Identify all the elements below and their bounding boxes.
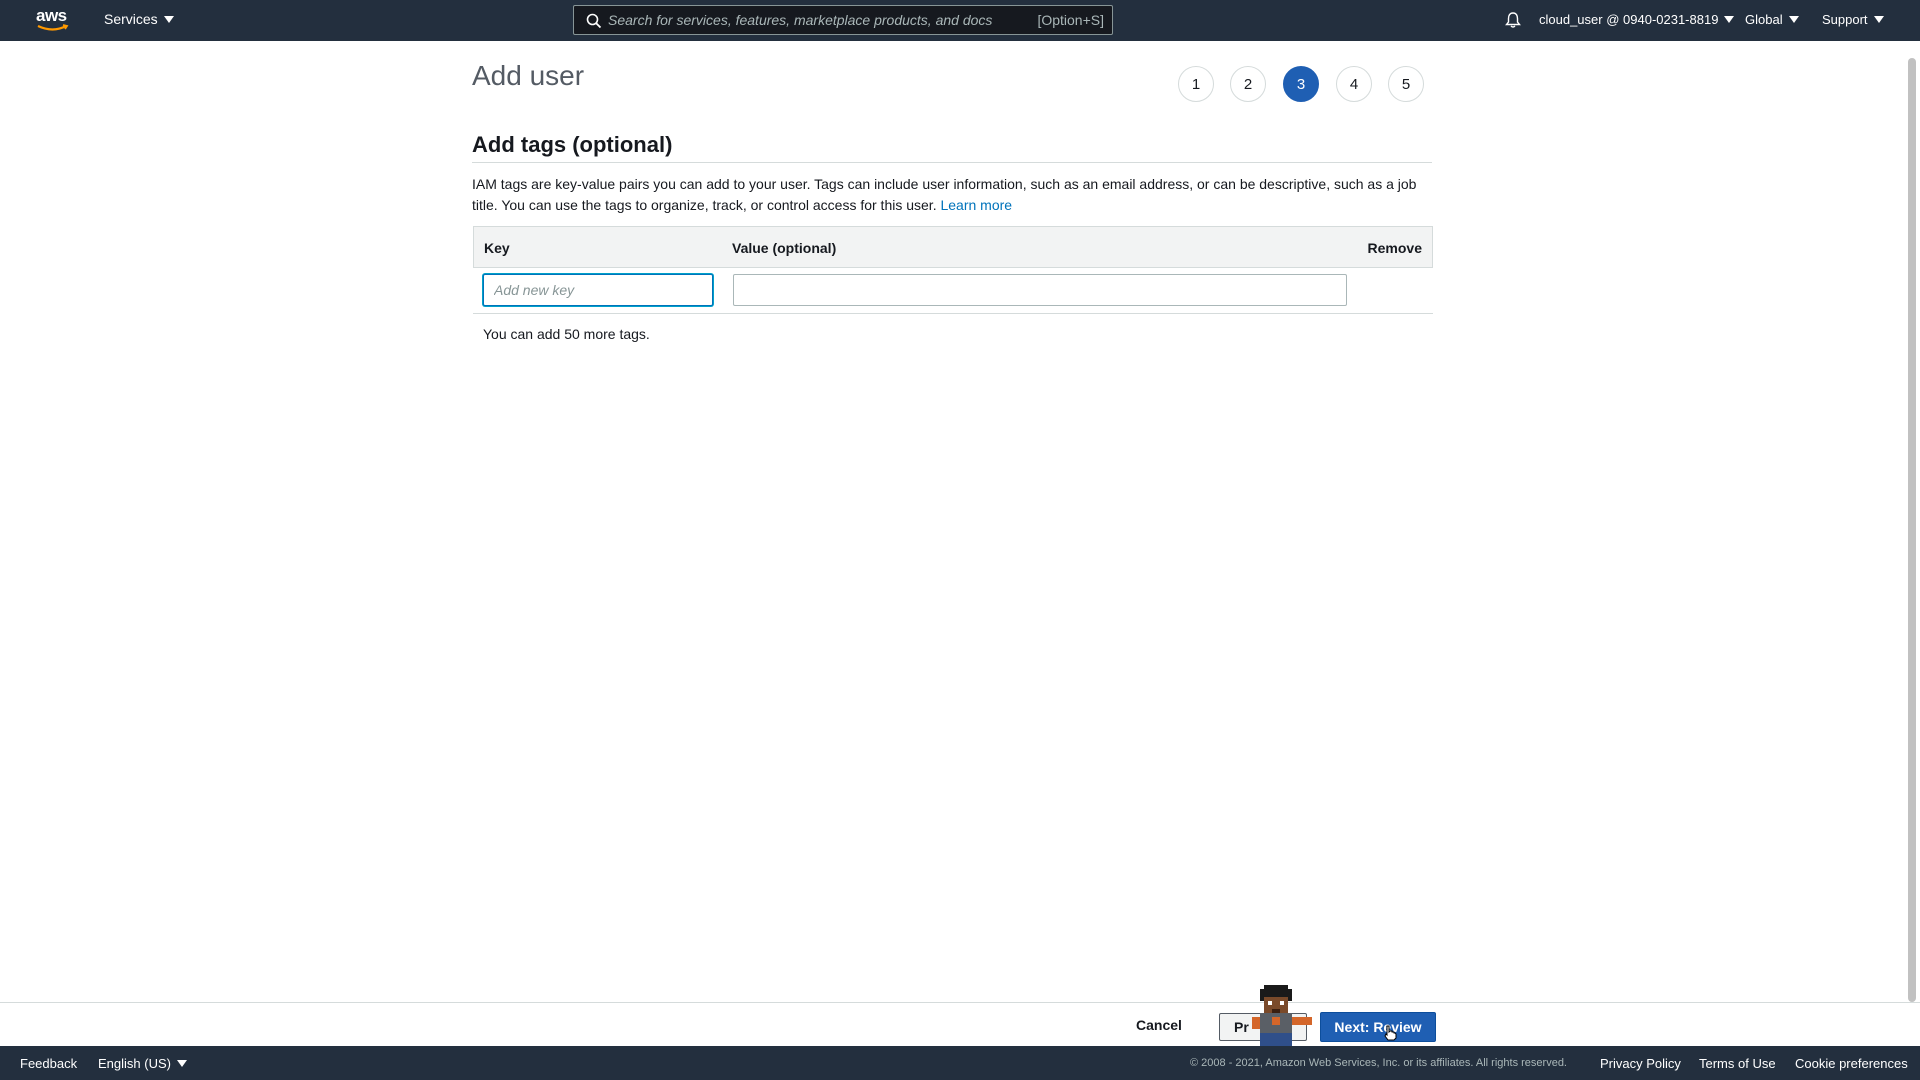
privacy-policy-link[interactable]: Privacy Policy (1600, 1056, 1681, 1071)
page-title: Add user (472, 60, 585, 91)
wizard-step-5: 5 (1388, 66, 1424, 102)
chevron-down-icon (1873, 16, 1884, 23)
page-footer: Feedback English (US) © 2008 - 2021, Ama… (0, 1046, 1920, 1080)
aws-logo-text: aws (36, 6, 67, 25)
copyright-text: © 2008 - 2021, Amazon Web Services, Inc.… (1190, 1057, 1567, 1069)
wizard-step-2[interactable]: 2 (1230, 66, 1266, 102)
remaining-tags-note: You can add 50 more tags. (483, 326, 650, 342)
language-label: English (US) (98, 1056, 171, 1071)
support-label: Support (1822, 12, 1868, 27)
learn-more-link[interactable]: Learn more (940, 197, 1012, 213)
tag-value-input[interactable] (733, 274, 1347, 306)
tags-table-header: Key Value (optional) Remove (473, 226, 1433, 268)
chevron-down-icon (163, 15, 174, 23)
tags-description: IAM tags are key-value pairs you can add… (472, 174, 1432, 216)
aws-logo[interactable]: aws (36, 6, 70, 34)
search-input[interactable] (608, 8, 1008, 32)
support-menu[interactable]: Support (1822, 12, 1884, 27)
services-menu[interactable]: Services (104, 11, 174, 27)
wizard-step-3[interactable]: 3 (1283, 66, 1319, 102)
column-header-value: Value (optional) (732, 240, 837, 256)
chevron-down-icon (1724, 16, 1735, 23)
region-label: Global (1745, 12, 1783, 27)
search-icon (586, 13, 602, 29)
language-selector[interactable]: English (US) (98, 1056, 187, 1071)
tag-key-input[interactable] (483, 274, 713, 306)
column-header-remove: Remove (1367, 240, 1422, 256)
notifications-bell-icon[interactable] (1504, 11, 1522, 29)
wizard-step-1[interactable]: 1 (1178, 66, 1214, 102)
feedback-link[interactable]: Feedback (20, 1056, 77, 1071)
account-menu[interactable]: cloud_user @ 0940-0231-8819 (1539, 12, 1735, 27)
chevron-down-icon (176, 1060, 187, 1067)
wizard-step-4: 4 (1336, 66, 1372, 102)
account-label: cloud_user @ 0940-0231-8819 (1539, 12, 1719, 27)
terms-of-use-link[interactable]: Terms of Use (1699, 1056, 1776, 1071)
tags-table: Key Value (optional) Remove (473, 226, 1433, 314)
section-divider (472, 162, 1432, 163)
region-menu[interactable]: Global (1745, 12, 1799, 27)
page-scrollbar[interactable] (1908, 58, 1916, 1002)
top-navigation: aws Services [Option+S] cloud_user @ 094… (0, 0, 1920, 41)
section-title: Add tags (optional) (472, 132, 673, 157)
services-label: Services (104, 11, 158, 27)
chevron-down-icon (1788, 16, 1799, 23)
hand-cursor-icon (1384, 1025, 1397, 1041)
next-review-button[interactable]: Next: Review (1320, 1012, 1436, 1042)
aws-smile-icon (37, 24, 69, 31)
global-search[interactable]: [Option+S] (573, 5, 1113, 35)
cancel-button[interactable]: Cancel (1136, 1017, 1182, 1033)
table-row-divider (473, 313, 1433, 314)
cookie-preferences-link[interactable]: Cookie preferences (1795, 1056, 1908, 1071)
column-header-key: Key (484, 240, 510, 256)
search-shortcut-hint: [Option+S] (1037, 12, 1104, 28)
wizard-action-bar: Cancel Pr Next: Review (0, 1002, 1920, 1046)
